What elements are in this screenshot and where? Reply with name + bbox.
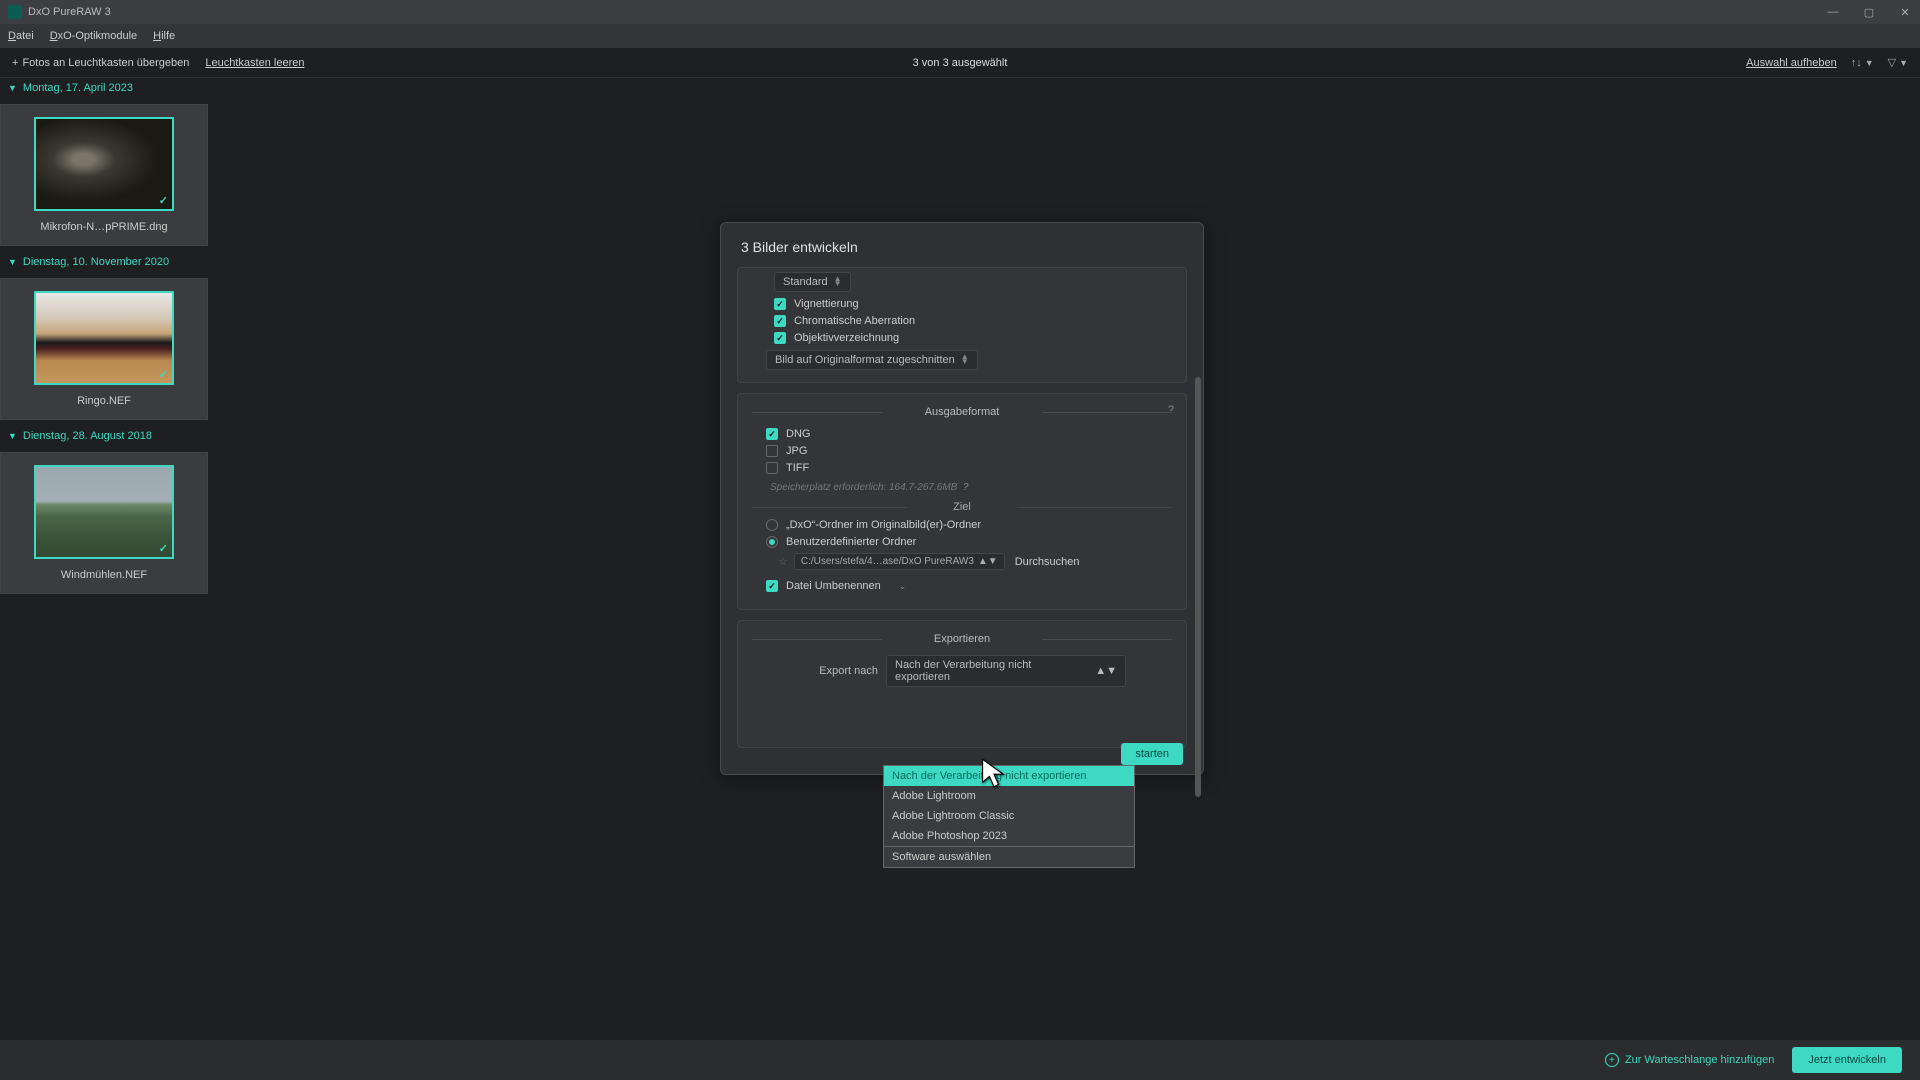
dropdown-item-none[interactable]: Nach der Verarbeitung nicht exportieren <box>884 766 1134 786</box>
thumbnail-image: ✓ <box>34 291 174 385</box>
chevron-down-icon[interactable]: ⌄ <box>899 581 907 592</box>
export-dropdown: Nach der Verarbeitung nicht exportieren … <box>883 765 1135 868</box>
thumbnail-image: ✓ <box>34 117 174 211</box>
browse-button[interactable]: Durchsuchen <box>1015 556 1080 568</box>
close-button[interactable]: ✕ <box>1898 5 1912 19</box>
thumbnail-card[interactable]: ✓ Ringo.NEF <box>0 278 208 420</box>
radio-custom-folder[interactable] <box>766 536 778 548</box>
date-header[interactable]: ▼ Dienstag, 28. August 2018 <box>0 426 212 446</box>
crop-select[interactable]: Bild auf Originalformat zugeschnitten ▲▼ <box>766 350 978 370</box>
deselect-button[interactable]: Auswahl aufheben <box>1746 57 1837 69</box>
caret-down-icon: ▼ <box>8 431 17 441</box>
sidebar: ▼ Montag, 17. April 2023 ✓ Mikrofon-N…pP… <box>0 78 212 1040</box>
menubar: Datei DxO-Optikmodule Hilfe <box>0 24 1920 48</box>
updown-icon: ▲▼ <box>834 277 842 287</box>
export-select[interactable]: Nach der Verarbeitung nicht exportieren … <box>886 655 1126 687</box>
checkbox-vignetting[interactable] <box>774 298 786 310</box>
dropdown-item-lightroom-classic[interactable]: Adobe Lightroom Classic <box>884 806 1134 826</box>
add-to-queue-button[interactable]: Zur Warteschlange hinzufügen <box>1605 1053 1774 1067</box>
menu-help[interactable]: Hilfe <box>153 30 175 42</box>
check-icon: ✓ <box>159 542 168 555</box>
date-group: ▼ Dienstag, 28. August 2018 ✓ Windmühlen… <box>0 426 212 600</box>
checkbox-rename[interactable] <box>766 580 778 592</box>
clear-lightbox-button[interactable]: Leuchtkasten leeren <box>205 57 304 69</box>
develop-now-button[interactable]: Jetzt entwickeln <box>1792 1047 1902 1073</box>
window-controls: — ▢ ✕ <box>1826 5 1912 19</box>
titlebar: DxO PureRAW 3 — ▢ ✕ <box>0 0 1920 24</box>
preset-select[interactable]: Standard ▲▼ <box>774 272 851 292</box>
date-group: ▼ Montag, 17. April 2023 ✓ Mikrofon-N…pP… <box>0 78 212 252</box>
dialog-title: 3 Bilder entwickeln <box>721 223 1203 267</box>
panel-corrections: Standard ▲▼ Vignettierung Chromatische A… <box>737 267 1187 383</box>
panel-export: Exportieren Export nach Nach der Verarbe… <box>737 620 1187 748</box>
sub-title-destination: Ziel <box>752 501 1172 513</box>
caret-down-icon: ▼ <box>8 257 17 267</box>
dropdown-item-photoshop[interactable]: Adobe Photoshop 2023 <box>884 826 1134 846</box>
thumbnail-card[interactable]: ✓ Mikrofon-N…pPRIME.dng <box>0 104 208 246</box>
develop-dialog: 3 Bilder entwickeln Standard ▲▼ Vignetti… <box>720 222 1204 775</box>
checkbox-dng[interactable] <box>766 428 778 440</box>
check-icon: ✓ <box>159 368 168 381</box>
storage-hint: Speicherplatz erforderlich: 164.7-267.6M… <box>770 482 957 493</box>
app-title: DxO PureRAW 3 <box>28 6 111 18</box>
checkbox-jpg[interactable] <box>766 445 778 457</box>
scrollbar[interactable] <box>1195 377 1201 797</box>
funnel-icon: ▽ <box>1888 56 1896 69</box>
radio-dxo-folder[interactable] <box>766 519 778 531</box>
date-header[interactable]: ▼ Montag, 17. April 2023 <box>0 78 212 98</box>
menu-file[interactable]: Datei <box>8 30 34 42</box>
chevron-down-icon: ▼ <box>1865 58 1874 68</box>
menu-modules[interactable]: DxO-Optikmodule <box>50 30 137 42</box>
panel-output: ? Ausgabeformat DNG JPG TIFF Speicherpla… <box>737 393 1187 610</box>
date-group: ▼ Dienstag, 10. November 2020 ✓ Ringo.NE… <box>0 252 212 426</box>
add-photos-button[interactable]: + Fotos an Leuchtkasten übergeben <box>12 57 189 69</box>
thumbnail-label: Windmühlen.NEF <box>61 569 147 581</box>
check-icon: ✓ <box>159 194 168 207</box>
caret-down-icon: ▼ <box>8 83 17 93</box>
chevron-down-icon: ▼ <box>1899 58 1908 68</box>
bottom-bar: Zur Warteschlange hinzufügen Jetzt entwi… <box>0 1040 1920 1080</box>
checkbox-chroma[interactable] <box>774 315 786 327</box>
selection-status: 3 von 3 ausgewählt <box>913 57 1008 69</box>
sort-button[interactable]: ↑↓▼ <box>1851 57 1874 69</box>
checkbox-distortion[interactable] <box>774 332 786 344</box>
updown-icon: ▲▼ <box>978 556 998 567</box>
checkbox-tiff[interactable] <box>766 462 778 474</box>
panel-title: Exportieren <box>752 633 1172 645</box>
thumbnail-image: ✓ <box>34 465 174 559</box>
thumbnail-label: Mikrofon-N…pPRIME.dng <box>40 221 167 233</box>
star-icon[interactable]: ☆ <box>778 555 788 568</box>
export-label: Export nach <box>798 665 878 677</box>
updown-icon: ▲▼ <box>961 355 969 365</box>
start-button[interactable]: starten <box>1121 743 1183 765</box>
toolbar: + Fotos an Leuchtkasten übergeben Leucht… <box>0 48 1920 78</box>
help-icon[interactable]: ? <box>963 482 969 493</box>
panel-title: Ausgabeformat <box>752 406 1172 418</box>
path-display[interactable]: C:/Users/stefa/4…ase/DxO PureRAW3 ▲▼ <box>794 553 1005 570</box>
app-icon <box>8 5 22 19</box>
filter-button[interactable]: ▽▼ <box>1888 56 1908 69</box>
updown-icon: ▲▼ <box>1095 665 1117 677</box>
dropdown-item-lightroom[interactable]: Adobe Lightroom <box>884 786 1134 806</box>
thumbnail-card[interactable]: ✓ Windmühlen.NEF <box>0 452 208 594</box>
maximize-button[interactable]: ▢ <box>1862 5 1876 19</box>
dropdown-item-pick[interactable]: Software auswählen <box>884 846 1134 867</box>
sort-icon: ↑↓ <box>1851 57 1862 69</box>
date-header[interactable]: ▼ Dienstag, 10. November 2020 <box>0 252 212 272</box>
thumbnail-label: Ringo.NEF <box>77 395 131 407</box>
plus-icon: + <box>12 57 18 69</box>
minimize-button[interactable]: — <box>1826 5 1840 19</box>
